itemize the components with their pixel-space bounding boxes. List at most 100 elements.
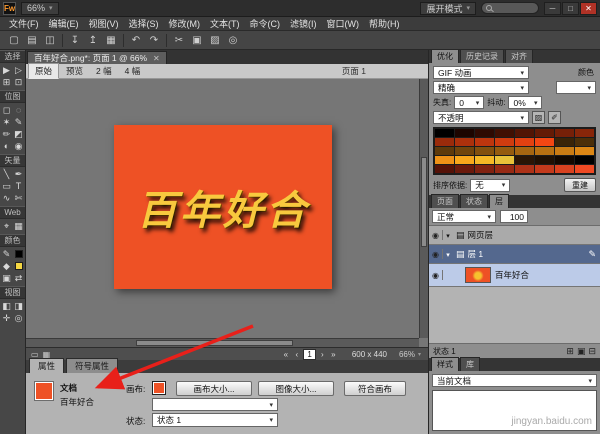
layers-tab-状态[interactable]: 状态	[460, 194, 488, 208]
hand-tool[interactable]: ✛	[1, 312, 13, 324]
copy-icon[interactable]: ▣	[188, 33, 206, 48]
color-swatch[interactable]	[455, 165, 474, 173]
tab-symbol-properties[interactable]: 符号属性	[66, 358, 119, 373]
color-swatch[interactable]	[535, 156, 554, 164]
undo-icon[interactable]: ↶	[127, 33, 145, 48]
color-swatch[interactable]	[575, 138, 594, 146]
color-swatch[interactable]	[555, 138, 574, 146]
optimize-tab-优化[interactable]: 优化	[431, 49, 459, 63]
pen-tool[interactable]: ✒	[13, 168, 25, 180]
duplicate-layer-icon[interactable]	[577, 346, 586, 357]
color-swatch[interactable]	[495, 165, 514, 173]
paste-icon[interactable]: ▨	[206, 33, 224, 48]
color-swatch[interactable]	[555, 147, 574, 155]
line-tool[interactable]: ╲	[1, 168, 13, 180]
color-swatch[interactable]	[455, 147, 474, 155]
eyedropper-icon[interactable]: ▨	[532, 111, 545, 124]
new-document-icon[interactable]: ▢	[5, 33, 23, 48]
fill-color-chip[interactable]	[13, 260, 25, 272]
layers-tab-页面[interactable]: 页面	[431, 194, 459, 208]
document-tab-close-icon[interactable]: ✕	[153, 54, 160, 63]
color-swatch[interactable]	[535, 138, 554, 146]
color-swatch[interactable]	[475, 156, 494, 164]
horizontal-scrollbar[interactable]	[26, 338, 419, 347]
state-nav-btn[interactable]: »	[329, 350, 338, 359]
view-tab-预览[interactable]: 预览	[60, 64, 89, 78]
menu-编辑(E)[interactable]: 编辑(E)	[44, 17, 84, 30]
color-swatch[interactable]	[435, 138, 454, 146]
import-icon[interactable]: ↧	[66, 33, 84, 48]
visibility-eye-icon[interactable]	[429, 270, 443, 280]
eraser-tool[interactable]: ◩	[13, 128, 25, 140]
color-swatch[interactable]	[495, 147, 514, 155]
slice-tool[interactable]: ▦	[13, 220, 25, 232]
visibility-eye-icon[interactable]	[429, 230, 443, 240]
color-swatch[interactable]	[495, 129, 514, 137]
layer-row-layer1[interactable]: 层 1	[429, 245, 600, 264]
standard-screen-mode-tool[interactable]: ◧	[1, 300, 13, 312]
menu-文本(T)[interactable]: 文本(T)	[205, 17, 245, 30]
view-tab-4 幅[interactable]: 4 幅	[119, 64, 147, 78]
expand-arrow-icon[interactable]	[443, 249, 453, 259]
color-swatch[interactable]	[475, 138, 494, 146]
transparency-eraser-icon[interactable]: ✐	[548, 111, 561, 124]
default-colors-icon[interactable]: ▣	[1, 272, 13, 284]
pencil-tool[interactable]: ✏	[1, 128, 13, 140]
export-icon[interactable]: ↥	[84, 33, 102, 48]
color-swatch[interactable]	[575, 129, 594, 137]
color-swatch[interactable]	[515, 165, 534, 173]
zoom-level-dropdown[interactable]: 66%	[21, 1, 59, 15]
sort-by-dropdown[interactable]: 无	[470, 178, 511, 192]
lasso-tool[interactable]: ◌	[13, 104, 25, 116]
state-nav-btn[interactable]: ‹	[292, 350, 301, 359]
color-swatch[interactable]	[575, 147, 594, 155]
color-swatch[interactable]	[455, 156, 474, 164]
hotspot-tool[interactable]: ⌖	[1, 220, 13, 232]
scale-tool[interactable]: ⊞	[1, 76, 13, 88]
search-input[interactable]	[481, 2, 539, 14]
vertical-scrollbar-thumb[interactable]	[421, 156, 427, 248]
save-icon[interactable]: ◫	[41, 33, 59, 48]
zoom-tool[interactable]: ◎	[13, 312, 25, 324]
blur-tool[interactable]: ◐	[1, 140, 13, 152]
knife-tool[interactable]: ✄	[13, 192, 25, 204]
minimize-button[interactable]: ─	[544, 1, 561, 15]
menu-修改(M)[interactable]: 修改(M)	[164, 17, 206, 30]
optimize-tab-历史记录[interactable]: 历史记录	[460, 49, 504, 63]
print-icon[interactable]: ▦	[102, 33, 120, 48]
color-swatch[interactable]	[475, 165, 494, 173]
brush-tool[interactable]: ✎	[13, 116, 25, 128]
swap-colors-icon[interactable]: ⇄	[13, 272, 25, 284]
color-swatch[interactable]	[475, 147, 494, 155]
color-swatch[interactable]	[555, 156, 574, 164]
color-swatch[interactable]	[555, 165, 574, 173]
layer-row-object[interactable]: 百年好合	[429, 264, 600, 287]
transparency-dropdown[interactable]: 不透明	[433, 111, 529, 124]
menu-文件(F)[interactable]: 文件(F)	[4, 17, 44, 30]
close-button[interactable]: ✕	[580, 1, 597, 15]
color-swatch[interactable]	[535, 147, 554, 155]
canvas-area[interactable]: 百年好合	[26, 79, 428, 347]
layers-tab-层[interactable]: 层	[489, 194, 509, 208]
library-tab-库[interactable]: 库	[460, 357, 480, 371]
color-swatch[interactable]	[435, 147, 454, 155]
state-dropdown[interactable]: 状态 1	[152, 413, 278, 427]
color-swatch[interactable]	[555, 129, 574, 137]
crop-tool[interactable]: ⊡	[13, 76, 25, 88]
color-swatch[interactable]	[515, 147, 534, 155]
redo-icon[interactable]: ↷	[145, 33, 163, 48]
color-swatch[interactable]	[535, 129, 554, 137]
color-swatch[interactable]	[455, 129, 474, 137]
library-list[interactable]: jingyan.baidu.com	[432, 390, 597, 431]
magic-wand-tool[interactable]: ✶	[1, 116, 13, 128]
color-swatch[interactable]	[495, 156, 514, 164]
text-tool[interactable]: T	[13, 180, 25, 192]
color-swatch[interactable]	[515, 156, 534, 164]
full-screen-mode-tool[interactable]: ◨	[13, 300, 25, 312]
subselection-tool[interactable]: ▷	[13, 64, 25, 76]
rubber-stamp-tool[interactable]: ◉	[13, 140, 25, 152]
freeform-tool[interactable]: ∿	[1, 192, 13, 204]
menu-选择(S)[interactable]: 选择(S)	[124, 17, 164, 30]
library-source-dropdown[interactable]: 当前文档	[432, 374, 597, 387]
blend-mode-dropdown[interactable]: 正常	[432, 210, 496, 223]
